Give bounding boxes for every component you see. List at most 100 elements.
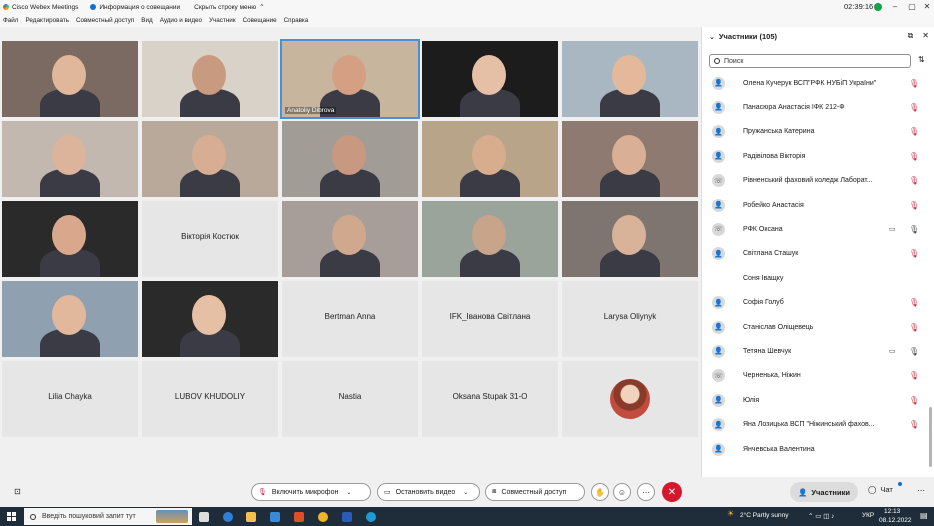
participant-row[interactable]: 👤 Олена Кучерук ВСП"РФК НУБіП України" 🎙 <box>702 71 930 95</box>
participant-tile[interactable] <box>562 361 698 437</box>
video-tile[interactable] <box>422 121 558 197</box>
mic-muted-icon[interactable]: 🎙 <box>909 103 919 112</box>
weather-text[interactable]: 2°C Partly sunny <box>740 512 788 519</box>
popout-icon[interactable]: ⧉ <box>908 31 914 41</box>
webex-taskbar-icon[interactable] <box>366 512 376 522</box>
menu-share[interactable]: Совместный доступ <box>76 17 134 24</box>
mic-muted-icon[interactable]: 🎙 <box>909 371 919 380</box>
close-panel-icon[interactable]: ✕ <box>922 31 929 41</box>
edge-icon[interactable] <box>223 512 233 522</box>
video-tile[interactable] <box>2 41 138 117</box>
participant-search-input[interactable]: Поиск <box>709 54 911 68</box>
captions-icon[interactable]: ⊡ <box>14 487 21 496</box>
notifications-icon[interactable]: ▤ <box>920 511 928 520</box>
participant-row[interactable]: 👤 Тетяна Шевчук ▭ 🎙 <box>702 339 930 363</box>
store-icon[interactable] <box>270 512 280 522</box>
video-tile[interactable] <box>2 281 138 357</box>
video-tile[interactable] <box>282 201 418 277</box>
taskbar-date[interactable]: 08.12.2022 <box>879 517 912 524</box>
participant-tile[interactable]: Larysa Oliynyk <box>562 281 698 357</box>
menu-view[interactable]: Вид <box>141 17 152 24</box>
participant-tile[interactable]: LUBOV KHUDOLIY <box>142 361 278 437</box>
hide-menu-button[interactable]: Скрыть строку меню ⌃ <box>194 3 264 12</box>
participant-row[interactable]: ☏ РФК Оксана ▭ 🎙 <box>702 217 930 241</box>
tray-icons[interactable]: ⌃ ▭ ◫ ♪ <box>808 512 834 520</box>
mic-muted-icon[interactable]: 🎙 <box>909 152 919 161</box>
participant-row[interactable]: 👤 Станіслав Оліщевець 🎙 <box>702 315 930 339</box>
video-tile[interactable] <box>142 121 278 197</box>
meeting-info-button[interactable]: Информация о совещании <box>90 4 180 11</box>
minimize-button[interactable]: – <box>888 0 902 14</box>
mic-muted-icon[interactable]: 🎙 <box>909 298 919 307</box>
video-tile[interactable] <box>562 201 698 277</box>
video-tile[interactable] <box>422 41 558 117</box>
reactions-button[interactable]: ☺ <box>613 483 631 501</box>
mic-muted-icon[interactable]: 🎙 <box>909 201 919 210</box>
unmute-button[interactable]: 🎙 Включить микрофон ⌄ <box>251 483 371 501</box>
video-tile[interactable] <box>142 41 278 117</box>
windows-start-icon[interactable] <box>7 512 16 521</box>
video-tile[interactable]: Anatoliy Dibrova <box>280 39 420 119</box>
participants-toggle-button[interactable]: 👤 Участники <box>790 482 858 502</box>
sort-icon[interactable]: ⇅ <box>918 55 925 64</box>
more-panels-icon[interactable]: ⋯ <box>917 486 925 495</box>
participant-tile[interactable]: Nastia <box>282 361 418 437</box>
participant-row[interactable]: 👤 Янчевська Валентина <box>702 437 930 461</box>
menu-file[interactable]: Файл <box>3 17 18 24</box>
raise-hand-button[interactable]: ✋ <box>591 483 609 501</box>
participant-row[interactable]: 👤 Яна Лозицька ВСП "Ніжинський фахов... 🎙 <box>702 413 930 437</box>
participant-list-scrollbar[interactable] <box>929 407 932 467</box>
mic-muted-icon[interactable]: 🎙 <box>909 323 919 332</box>
mic-muted-icon[interactable]: 🎙 <box>909 396 919 405</box>
chevron-down-icon[interactable]: ⌄ <box>346 489 351 496</box>
participant-row[interactable]: ☏ Черненька, Ніжин 🎙 <box>702 364 930 388</box>
participant-tile[interactable]: Oksana Stupak 31-O <box>422 361 558 437</box>
participant-row[interactable]: 👤 Радівілова Вікторія 🎙 <box>702 144 930 168</box>
participant-row[interactable]: 👤 Робейко Анастасія 🎙 <box>702 193 930 217</box>
mic-muted-icon[interactable]: 🎙 <box>909 79 919 88</box>
menu-audio-video[interactable]: Аудио и видео <box>160 17 202 24</box>
participant-tile[interactable]: Lilia Chayka <box>2 361 138 437</box>
participant-row[interactable]: ☏ Рівненський фаховий коледж Лаборат... 🎙 <box>702 169 930 193</box>
word-icon[interactable] <box>342 512 352 522</box>
menu-help[interactable]: Справка <box>284 17 309 24</box>
maximize-button[interactable]: ▢ <box>905 0 919 14</box>
chevron-down-icon[interactable]: ⌄ <box>463 489 468 496</box>
video-tile[interactable] <box>422 201 558 277</box>
video-tile[interactable] <box>142 281 278 357</box>
video-tile[interactable] <box>282 121 418 197</box>
menu-participant[interactable]: Участник <box>209 17 236 24</box>
mic-muted-icon[interactable]: 🎙 <box>909 176 919 185</box>
more-options-button[interactable]: ⋯ <box>637 483 655 501</box>
participant-tile[interactable]: IFK_Іванова Світлана <box>422 281 558 357</box>
file-explorer-icon[interactable] <box>246 512 256 522</box>
video-tile[interactable] <box>562 121 698 197</box>
participant-row[interactable]: 👤 Софія Голуб 🎙 <box>702 291 930 315</box>
leave-meeting-button[interactable]: ✕ <box>662 482 682 502</box>
menu-edit[interactable]: Редактировать <box>25 17 69 24</box>
menu-meeting[interactable]: Совещание <box>243 17 277 24</box>
video-tile[interactable] <box>562 41 698 117</box>
chat-button[interactable]: ◯ Чат <box>868 485 893 494</box>
participant-row[interactable]: 👤 Світлана Сташук 🎙 <box>702 242 930 266</box>
taskbar-widget-image[interactable] <box>156 510 188 523</box>
taskbar-time[interactable]: 12:13 <box>884 508 900 515</box>
mic-muted-icon[interactable]: 🎙 <box>909 127 919 136</box>
office-icon[interactable] <box>294 512 304 522</box>
mic-muted-icon[interactable]: 🎙 <box>909 420 919 429</box>
mic-icon[interactable]: 🎙 <box>909 225 919 234</box>
chrome-icon[interactable] <box>318 512 328 522</box>
task-view-icon[interactable] <box>199 512 209 522</box>
language-indicator[interactable]: УКР <box>862 512 874 519</box>
share-button[interactable]: ⧈ Совместный доступ <box>485 483 585 501</box>
participant-row[interactable]: Соня Іващку <box>702 266 930 290</box>
video-tile[interactable] <box>2 121 138 197</box>
participant-tile[interactable]: Bertman Anna <box>282 281 418 357</box>
video-tile[interactable] <box>2 201 138 277</box>
participants-header[interactable]: ⌄ Участники (105) <box>709 32 777 41</box>
participant-row[interactable]: 👤 Юлія 🎙 <box>702 388 930 412</box>
participant-row[interactable]: 👤 Панасюра Анастасія ІФК 212-Ф 🎙 <box>702 95 930 119</box>
mic-icon[interactable]: 🎙 <box>909 347 919 356</box>
mic-muted-icon[interactable]: 🎙 <box>909 249 919 258</box>
close-window-button[interactable]: ✕ <box>920 0 934 14</box>
